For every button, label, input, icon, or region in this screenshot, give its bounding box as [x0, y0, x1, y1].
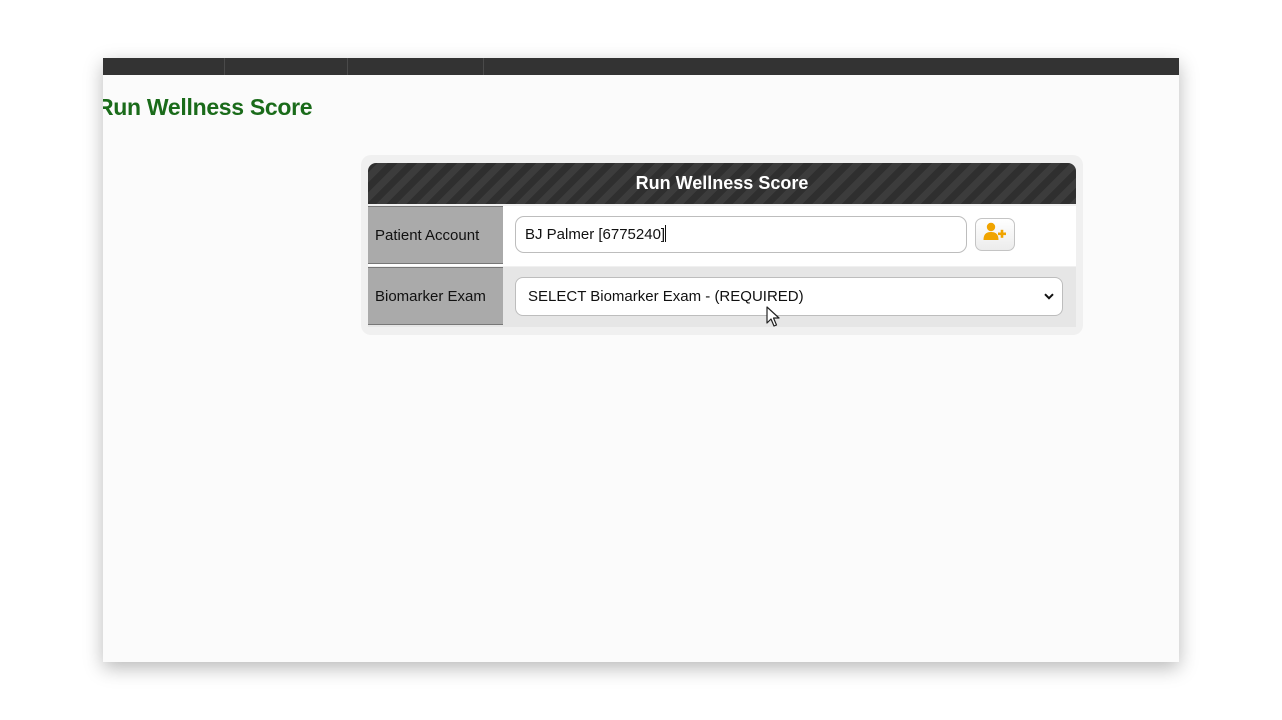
nav-tab-2[interactable]: [225, 58, 348, 75]
text-caret: [665, 225, 667, 242]
nav-tab-1[interactable]: [103, 58, 225, 75]
biomarker-exam-select[interactable]: SELECT Biomarker Exam - (REQUIRED): [515, 277, 1063, 316]
biomarker-exam-label: Biomarker Exam: [368, 267, 503, 325]
panel-header: Run Wellness Score: [368, 163, 1076, 204]
add-patient-button[interactable]: [975, 218, 1015, 251]
page-title: Run Wellness Score: [103, 94, 313, 120]
add-user-icon: [983, 222, 1007, 247]
top-nav-bar: [103, 58, 1179, 75]
nav-tab-3[interactable]: [348, 58, 484, 75]
chevron-down-icon: [1044, 278, 1054, 315]
patient-account-input[interactable]: BJ Palmer [6775240]: [515, 216, 967, 253]
biomarker-exam-row: Biomarker Exam SELECT Biomarker Exam - (…: [368, 267, 1076, 327]
app-window: Run Wellness Score Run Wellness Score Pa…: [103, 58, 1179, 662]
patient-account-label: Patient Account: [368, 206, 503, 264]
biomarker-exam-selected: SELECT Biomarker Exam - (REQUIRED): [528, 288, 804, 305]
patient-account-row: Patient Account BJ Palmer [6775240]: [368, 206, 1076, 266]
patient-account-value: BJ Palmer [6775240]: [525, 226, 666, 243]
wellness-score-panel: Run Wellness Score Patient Account BJ Pa…: [361, 155, 1083, 335]
